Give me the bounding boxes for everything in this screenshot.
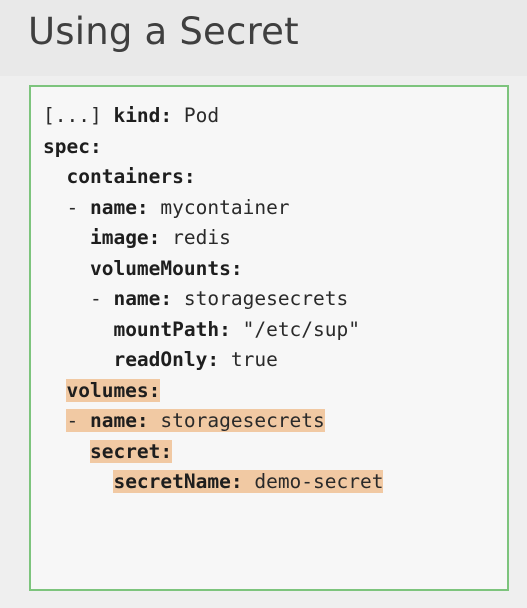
code-prefix: - — [66, 195, 90, 219]
code-line: - name: storagesecrets — [43, 406, 383, 437]
code-content: [...] kind: Pod — [43, 104, 219, 127]
code-content: readOnly: true — [113, 348, 277, 371]
code-line: [...] kind: Pod — [43, 101, 383, 132]
yaml-code-block: [...] kind: Pod spec: containers: - name:… — [43, 101, 384, 498]
yaml-key: image: — [89, 226, 161, 249]
yaml-key: secret: — [89, 439, 173, 463]
yaml-value: storagesecrets — [148, 409, 325, 432]
code-line: volumeMounts: — [43, 254, 383, 285]
yaml-key: spec: — [43, 134, 102, 158]
code-prefix: - — [89, 287, 114, 310]
yaml-key: mountPath: — [113, 317, 231, 341]
yaml-value: demo-secret — [242, 470, 384, 493]
code-prefix: - — [66, 409, 90, 432]
code-content: secret: — [89, 439, 173, 463]
yaml-value: true — [219, 348, 278, 371]
yaml-value: redis — [160, 226, 231, 249]
code-content: - name: storagesecrets — [90, 287, 348, 310]
slide-title: Using a Secret — [28, 10, 299, 53]
code-content: - name: storagesecrets — [66, 409, 325, 432]
yaml-key: name: — [89, 409, 149, 432]
code-line: secret: — [43, 437, 383, 468]
code-content: spec: — [43, 135, 102, 158]
code-line: - name: mycontainer — [43, 193, 383, 224]
code-content: secretName: demo-secret — [113, 470, 384, 493]
code-line: secretName: demo-secret — [43, 467, 384, 498]
yaml-key: name: — [89, 195, 149, 219]
code-line: readOnly: true — [43, 345, 383, 376]
yaml-key: readOnly: — [113, 348, 220, 371]
yaml-key: volumes: — [66, 378, 161, 402]
yaml-key: containers: — [66, 165, 196, 188]
code-content: volumeMounts: — [90, 257, 243, 280]
yaml-value: Pod — [172, 104, 220, 127]
code-prefix: [...] — [43, 104, 114, 127]
yaml-key: kind: — [113, 104, 173, 127]
code-line: - name: storagesecrets — [43, 284, 383, 315]
code-content: containers: — [66, 165, 195, 188]
code-line: volumes: — [43, 376, 383, 407]
code-content: volumes: — [66, 378, 161, 402]
yaml-key: name: — [113, 287, 173, 310]
code-content: mountPath: "/etc/sup" — [113, 318, 360, 341]
code-line: image: redis — [43, 223, 383, 254]
yaml-key: secretName: — [113, 470, 243, 493]
yaml-key: volumeMounts: — [89, 256, 243, 280]
code-content: - name: mycontainer — [66, 196, 289, 219]
code-content: image: redis — [90, 226, 231, 249]
code-box: [...] kind: Pod spec: containers: - name:… — [29, 85, 509, 591]
code-line: mountPath: "/etc/sup" — [43, 315, 383, 346]
code-line: spec: — [43, 132, 383, 163]
yaml-value: "/etc/sup" — [230, 317, 360, 341]
yaml-value: storagesecrets — [172, 287, 349, 310]
yaml-value: mycontainer — [148, 195, 290, 219]
code-line: containers: — [43, 162, 383, 193]
